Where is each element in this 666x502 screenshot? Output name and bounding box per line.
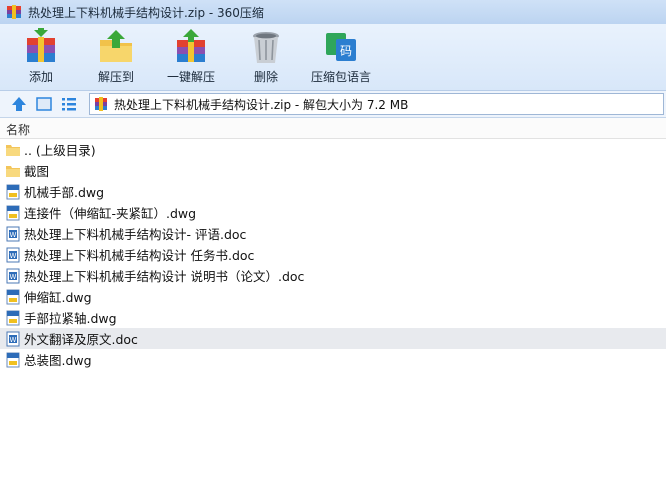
extract-to-button-label: 解压到 xyxy=(97,70,134,84)
list-view-icon[interactable] xyxy=(60,95,78,113)
doc-file-icon: W xyxy=(6,226,20,241)
address-text: 热处理上下料机械手结构设计.zip - 解包大小为 7.2 MB xyxy=(114,97,409,112)
file-name: 手部拉紧轴.dwg xyxy=(24,311,117,326)
toolbar: 添加 解压到 一键解压 删除 码 压缩包语言 xyxy=(0,24,666,91)
list-item[interactable]: W 热处理上下料机械手结构设计 说明书（论文）.doc xyxy=(0,265,666,286)
svg-text:W: W xyxy=(10,273,17,281)
list-item[interactable]: 手部拉紧轴.dwg xyxy=(0,307,666,328)
add-button-label: 添加 xyxy=(28,70,53,84)
column-name-header[interactable]: 名称 xyxy=(6,121,30,138)
svg-text:码: 码 xyxy=(340,44,352,58)
svg-text:W: W xyxy=(10,231,17,239)
archive-language-button-label: 压缩包语言 xyxy=(310,70,371,84)
dwg-file-icon xyxy=(6,352,20,367)
delete-button[interactable]: 删除 xyxy=(234,28,298,88)
window-title: 热处理上下料机械手结构设计.zip - 360压缩 xyxy=(28,5,264,20)
extract-to-icon xyxy=(100,30,132,62)
list-item[interactable]: 截图 xyxy=(0,160,666,181)
title-bar: 热处理上下料机械手结构设计.zip - 360压缩 xyxy=(0,0,666,24)
list-item[interactable]: W 热处理上下料机械手结构设计- 评语.doc xyxy=(0,223,666,244)
svg-text:W: W xyxy=(10,336,17,344)
one-click-extract-button[interactable]: 一键解压 xyxy=(159,28,223,88)
folder-icon xyxy=(6,165,20,177)
doc-file-icon: W xyxy=(6,268,20,283)
list-item[interactable]: 连接件（伸缩缸-夹紧缸）.dwg xyxy=(0,202,666,223)
archive-app-icon xyxy=(7,5,21,19)
address-bar: 热处理上下料机械手结构设计.zip - 解包大小为 7.2 MB xyxy=(0,91,666,118)
archive-file-icon xyxy=(95,97,107,111)
doc-file-icon: W xyxy=(6,247,20,262)
trash-icon xyxy=(253,32,279,63)
up-arrow-icon[interactable] xyxy=(10,95,28,113)
doc-file-icon: W xyxy=(6,331,20,346)
file-list: .. (上级目录) 截图 机械手部.dwg 连接件（伸缩缸-夹紧缸）.dwg W… xyxy=(0,139,666,370)
delete-button-label: 删除 xyxy=(253,70,278,84)
dwg-file-icon xyxy=(6,289,20,304)
svg-text:W: W xyxy=(10,252,17,260)
list-item[interactable]: 总装图.dwg xyxy=(0,349,666,370)
thumbnail-view-icon[interactable] xyxy=(35,95,53,113)
list-item[interactable]: 伸缩缸.dwg xyxy=(0,286,666,307)
file-name: 机械手部.dwg xyxy=(24,185,105,200)
file-name: 热处理上下料机械手结构设计 说明书（论文）.doc xyxy=(24,269,305,284)
file-name: 伸缩缸.dwg xyxy=(24,290,92,305)
dwg-file-icon xyxy=(6,310,20,325)
dwg-file-icon xyxy=(6,184,20,199)
file-name: .. (上级目录) xyxy=(24,143,96,158)
list-item[interactable]: 机械手部.dwg xyxy=(0,181,666,202)
add-button[interactable]: 添加 xyxy=(9,28,73,88)
file-name: 截图 xyxy=(24,164,50,179)
list-item-selected[interactable]: W 外文翻译及原文.doc xyxy=(0,328,666,349)
one-click-extract-icon xyxy=(177,29,205,62)
file-name: 外文翻译及原文.doc xyxy=(24,332,138,347)
folder-icon xyxy=(6,144,20,156)
file-name: 热处理上下料机械手结构设计- 评语.doc xyxy=(24,227,247,242)
dwg-file-icon xyxy=(6,205,20,220)
file-name: 连接件（伸缩缸-夹紧缸）.dwg xyxy=(24,206,197,221)
archive-language-icon: 码 xyxy=(326,33,356,61)
add-archive-icon xyxy=(27,28,55,62)
list-item[interactable]: .. (上级目录) xyxy=(0,139,666,160)
file-name: 热处理上下料机械手结构设计 任务书.doc xyxy=(24,248,255,263)
one-click-extract-button-label: 一键解压 xyxy=(166,70,215,84)
extract-to-button[interactable]: 解压到 xyxy=(84,28,148,88)
address-field[interactable]: 热处理上下料机械手结构设计.zip - 解包大小为 7.2 MB xyxy=(89,93,664,115)
list-item[interactable]: W 热处理上下料机械手结构设计 任务书.doc xyxy=(0,244,666,265)
archive-language-button[interactable]: 码 压缩包语言 xyxy=(309,28,373,88)
column-header[interactable]: 名称 xyxy=(0,118,666,139)
file-name: 总装图.dwg xyxy=(24,353,92,368)
